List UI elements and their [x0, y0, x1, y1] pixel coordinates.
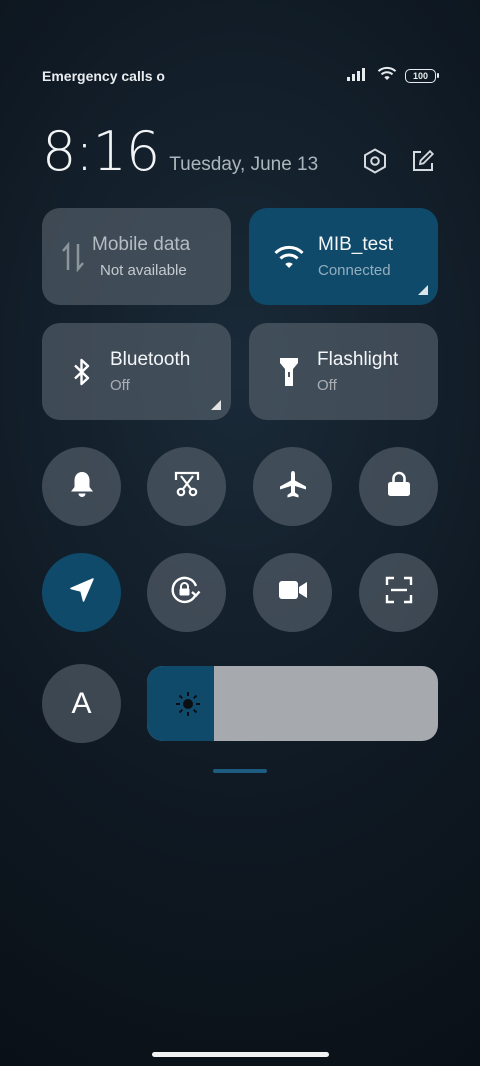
sun-icon — [175, 691, 201, 717]
wifi-network-name: MIB_test — [318, 234, 393, 255]
silent-toggle[interactable] — [42, 447, 121, 526]
bluetooth-status: Off — [110, 377, 130, 394]
location-toggle[interactable] — [42, 553, 121, 632]
edit-icon[interactable] — [410, 148, 436, 174]
wifi-tile[interactable]: MIB_test Connected — [249, 208, 438, 305]
letter-a-icon: A — [71, 686, 92, 720]
video-camera-icon — [278, 579, 308, 606]
wifi-icon — [249, 208, 329, 305]
mobile-data-title: Mobile data — [92, 234, 191, 255]
airplane-mode-toggle[interactable] — [253, 447, 332, 526]
flashlight-tile[interactable]: Flashlight Off — [249, 323, 438, 420]
bluetooth-title: Bluetooth — [110, 349, 191, 370]
auto-brightness-toggle[interactable]: A — [42, 664, 121, 743]
expand-corner-icon[interactable] — [211, 400, 221, 410]
header: 8:16 Tuesday, June 13 — [42, 120, 436, 184]
wifi-status: Connected — [318, 262, 391, 279]
lock-icon — [386, 470, 412, 503]
bell-icon — [69, 470, 95, 503]
header-actions — [362, 148, 436, 174]
mobile-data-status: Not available — [100, 262, 187, 279]
panel-drag-handle[interactable] — [213, 769, 267, 773]
wifi-icon — [377, 66, 397, 86]
status-icons: 100 — [347, 66, 439, 86]
location-arrow-icon — [69, 577, 95, 608]
rotation-lock-toggle[interactable] — [147, 553, 226, 632]
status-bar: Emergency calls o 100 — [42, 64, 439, 88]
expand-corner-icon[interactable] — [418, 285, 428, 295]
screenshot-toggle[interactable] — [147, 447, 226, 526]
rotation-lock-icon — [169, 574, 205, 611]
date[interactable]: Tuesday, June 13 — [169, 154, 318, 176]
home-indicator[interactable] — [152, 1052, 329, 1057]
scanner-toggle[interactable] — [359, 553, 438, 632]
battery-icon: 100 — [405, 69, 439, 83]
clock[interactable]: 8:16 — [42, 120, 160, 184]
lock-screen-toggle[interactable] — [359, 447, 438, 526]
bluetooth-tile[interactable]: Bluetooth Off — [42, 323, 231, 420]
mobile-data-tile[interactable]: Mobile data Not available — [42, 208, 231, 305]
flashlight-title: Flashlight — [317, 349, 399, 370]
settings-icon[interactable] — [362, 148, 388, 174]
scan-icon — [385, 576, 413, 609]
data-transfer-icon — [42, 208, 104, 305]
airplane-icon — [278, 469, 308, 504]
signal-icon — [347, 67, 369, 86]
screen-recorder-toggle[interactable] — [253, 553, 332, 632]
brightness-slider[interactable] — [147, 666, 438, 741]
scissors-icon — [173, 470, 201, 503]
flashlight-status: Off — [317, 377, 337, 394]
carrier-status-text: Emergency calls o — [42, 68, 165, 84]
